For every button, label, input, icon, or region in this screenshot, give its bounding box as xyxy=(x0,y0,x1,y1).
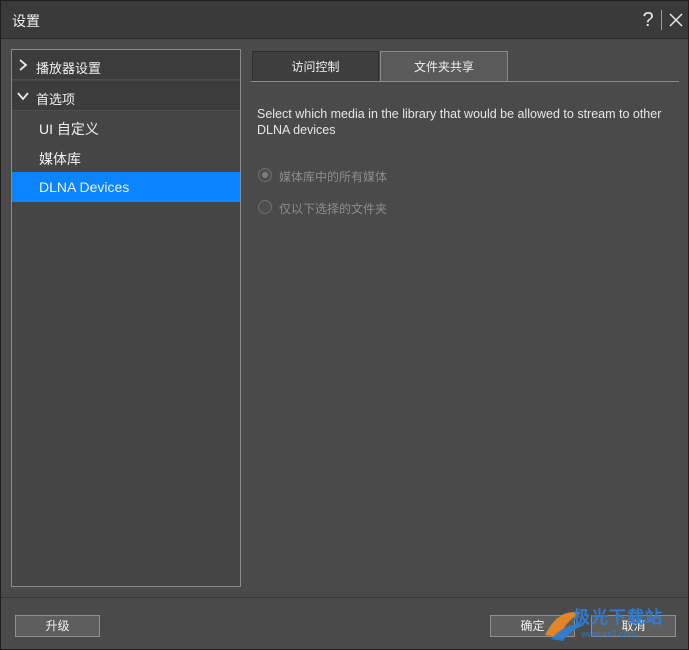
radio-button[interactable] xyxy=(258,200,272,214)
chevron-down-icon[interactable] xyxy=(16,89,30,103)
tree-item-label: 媒体库 xyxy=(39,151,81,167)
titlebar-separator xyxy=(661,10,662,30)
title-bar: 设置 ? xyxy=(1,1,688,39)
radio-label: 仅以下选择的文件夹 xyxy=(279,202,388,216)
tree-group-label: 播放器设置 xyxy=(36,61,102,76)
settings-tree: 播放器设置 首选项 UI 自定义 媒体库 DLNA Devices xyxy=(11,49,241,587)
tree-item-label: DLNA Devices xyxy=(39,179,130,195)
help-button[interactable]: ? xyxy=(639,7,657,33)
sharing-description: Select which media in the library that w… xyxy=(257,107,662,137)
radio-label: 媒体库中的所有媒体 xyxy=(279,170,388,184)
tree-group-player-settings[interactable]: 播放器设置 xyxy=(12,50,240,80)
chevron-right-icon[interactable] xyxy=(16,58,30,72)
close-button[interactable] xyxy=(665,9,687,31)
watermark-text: 极光下载站 xyxy=(573,608,663,627)
tree-group-label: 首选项 xyxy=(36,92,76,107)
tree-item-media-library[interactable]: 媒体库 xyxy=(12,142,240,172)
close-icon xyxy=(669,13,683,27)
settings-window: 设置 ? 播放器设置 首选项 UI 自定义 媒体库 DLNA Devices 访… xyxy=(0,0,689,650)
radio-button[interactable] xyxy=(258,168,272,182)
tree-item-dlna-devices[interactable]: DLNA Devices xyxy=(12,172,240,202)
tab-access-control[interactable]: 访问控制 xyxy=(252,51,379,82)
upgrade-button[interactable]: 升级 xyxy=(15,615,100,637)
window-title: 设置 xyxy=(12,13,40,29)
tab-folder-sharing[interactable]: 文件夹共享 xyxy=(380,51,508,82)
watermark-url: www.xz7.com xyxy=(581,629,637,639)
tab-divider xyxy=(251,81,679,82)
tree-item-ui-customize[interactable]: UI 自定义 xyxy=(12,112,240,142)
tree-item-label: UI 自定义 xyxy=(39,121,99,137)
tree-group-preferences[interactable]: 首选项 xyxy=(12,81,240,111)
